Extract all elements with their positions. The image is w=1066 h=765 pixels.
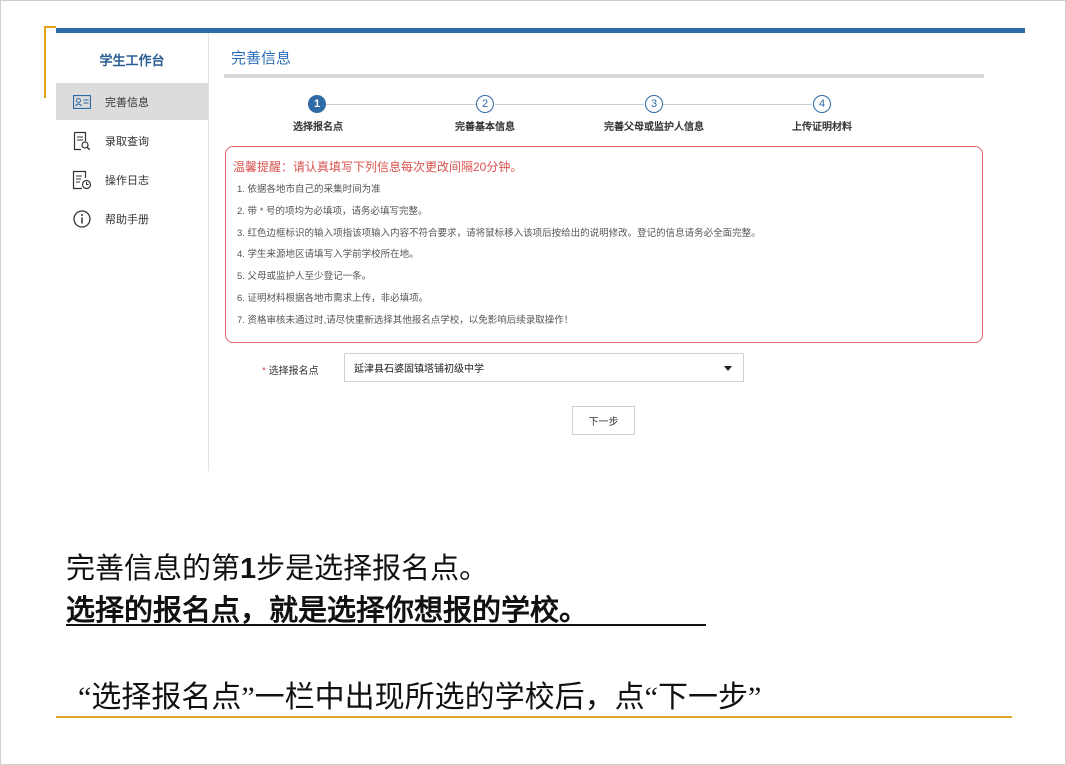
sidebar-item-admission-query[interactable]: 录取查询	[56, 122, 208, 159]
slide-accent-tick	[44, 26, 56, 28]
step-connector	[326, 104, 476, 105]
caption-1-post: 步是选择报名点。	[256, 553, 489, 585]
step-3-indicator: 3	[645, 95, 663, 113]
required-mark: *	[262, 366, 266, 377]
notice-heading: 温馨提醒：请认真填写下列信息每次更改间隔20分钟。	[233, 160, 523, 174]
sidebar-item-complete-info[interactable]: 完善信息	[56, 83, 208, 120]
step-2-indicator: 2	[476, 95, 494, 113]
registration-point-label: * 选择报名点	[262, 362, 319, 377]
caption-1-pre: 完善信息的第	[66, 553, 241, 585]
info-icon	[71, 208, 93, 230]
sidebar-item-label: 操作日志	[105, 174, 149, 187]
document-search-icon	[71, 130, 93, 152]
sidebar-item-operation-log[interactable]: 操作日志	[56, 161, 208, 198]
notice-item: 6. 证明材料根据各地市需求上传，非必填项。	[237, 292, 429, 304]
caption-underline	[66, 624, 706, 626]
caption-1-step-number: 1	[240, 553, 257, 585]
select-label-text: 选择报名点	[268, 366, 319, 377]
reminder-notice: 温馨提醒：请认真填写下列信息每次更改间隔20分钟。 1. 依据各地市自己的采集时…	[225, 146, 983, 343]
notice-item: 7. 资格审核未通过时,请尽快重新选择其他报名点学校，以免影响后续录取操作！	[237, 314, 574, 326]
slide-bottom-rule	[56, 716, 1012, 718]
notice-list: 1. 依据各地市自己的采集时间为准 2. 带 * 号的项均为必填项，请务必填写完…	[237, 184, 761, 337]
notice-item: 5. 父母或监护人至少登记一条。	[237, 271, 372, 283]
title-divider	[224, 74, 984, 78]
step-4-indicator: 4	[813, 95, 831, 113]
notice-item: 2. 带 * 号的项均为必填项，请务必填写完整。	[237, 205, 428, 217]
registration-point-select[interactable]: 延津县石婆固镇塔铺初级中学	[344, 353, 744, 382]
sidebar-item-label: 帮助手册	[105, 213, 149, 226]
step-1-indicator: 1	[308, 95, 326, 113]
step-2-label: 完善基本信息	[455, 122, 515, 133]
notice-item: 4. 学生来源地区请填写入学前学校所在地。	[237, 249, 419, 261]
page-title: 完善信息	[231, 50, 292, 67]
step-connector	[495, 104, 644, 105]
step-4-label: 上传证明材料	[792, 122, 852, 133]
sidebar-item-label: 完善信息	[105, 96, 149, 109]
caption-line-1: 完善信息的第1步是选择报名点。	[66, 545, 488, 587]
dropdown-caret-icon	[724, 366, 732, 371]
sidebar-item-label: 录取查询	[105, 135, 149, 148]
selected-school: 延津县石婆固镇塔铺初级中学	[354, 364, 484, 375]
log-clock-icon	[71, 169, 93, 191]
next-step-button[interactable]: 下一步	[572, 406, 635, 435]
step-connector	[663, 104, 812, 105]
step-3-label: 完善父母或监护人信息	[604, 122, 704, 133]
sidebar-item-help-manual[interactable]: 帮助手册	[56, 200, 208, 237]
caption-line-2: 选择的报名点，就是选择你想报的学校。	[66, 595, 589, 627]
sidebar: 学生工作台 完善信息 录取查询 操作日志 帮助手册	[56, 33, 209, 471]
notice-item: 1. 依据各地市自己的采集时间为准	[237, 184, 381, 195]
notice-item: 3. 红色边框标识的输入项指该项输入内容不符合要求，请将鼠标移入该项后按给出的说…	[237, 227, 761, 239]
sidebar-title: 学生工作台	[99, 53, 165, 68]
id-card-icon	[71, 91, 93, 113]
caption-line-3: “选择报名点”一栏中出现所选的学校后，点“下一步”	[78, 681, 762, 714]
step-1-label: 选择报名点	[293, 122, 343, 133]
slide-accent-line	[44, 26, 46, 98]
